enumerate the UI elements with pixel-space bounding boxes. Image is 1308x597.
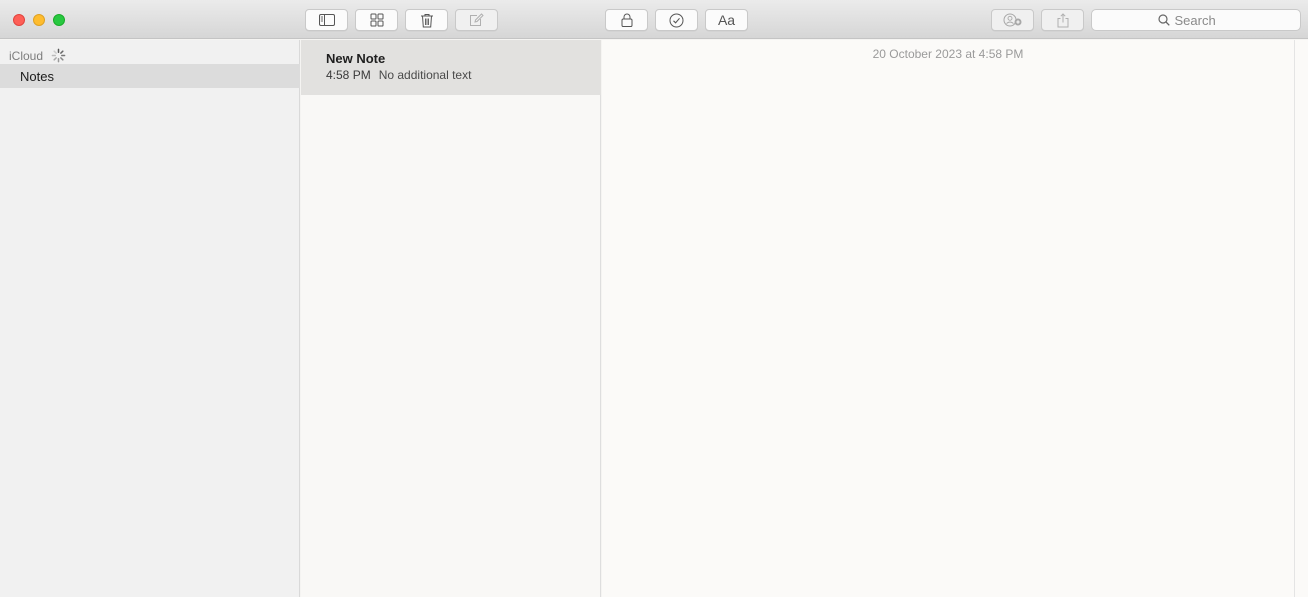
lock-note-button[interactable]	[605, 9, 648, 31]
account-label: iCloud	[9, 48, 44, 63]
search-field[interactable]	[1091, 9, 1301, 31]
compose-icon	[470, 13, 484, 26]
note-list-item[interactable]: New Note 4:58 PM No additional text	[301, 40, 601, 95]
folders-sidebar: iCloud Notes	[0, 40, 300, 597]
maximize-window-button[interactable]	[53, 14, 65, 26]
note-preview: No additional text	[378, 68, 472, 82]
note-list: New Note 4:58 PM No additional text	[301, 40, 601, 597]
note-time: 4:58 PM	[326, 68, 371, 82]
account-header: iCloud	[9, 48, 66, 63]
grid-icon	[370, 13, 383, 27]
gallery-view-button[interactable]	[355, 9, 398, 31]
search-icon	[1157, 14, 1170, 26]
share-icon	[1057, 12, 1068, 27]
folder-label: Notes	[20, 68, 54, 84]
note-subtitle: 4:58 PM No additional text	[326, 68, 471, 82]
delete-note-button[interactable]	[405, 9, 448, 31]
checklist-button[interactable]	[655, 9, 698, 31]
checkmark-circle-icon	[669, 13, 684, 27]
compose-note-button[interactable]	[455, 9, 498, 31]
add-people-icon	[1003, 13, 1021, 27]
share-button[interactable]	[1041, 9, 1084, 31]
close-window-button[interactable]	[13, 14, 25, 26]
lock-icon	[621, 13, 632, 27]
toggle-sidebar-button[interactable]	[305, 9, 348, 31]
sidebar-icon	[318, 14, 335, 26]
search-input[interactable]	[1174, 12, 1235, 28]
loading-spinner-icon	[51, 48, 66, 63]
minimize-window-button[interactable]	[33, 14, 45, 26]
notes-window: Aa Search iCloud Notes New Note 4:58 PM …	[0, 0, 1308, 597]
editor-scrollbar-track[interactable]	[1294, 40, 1308, 597]
sidebar-item-notes[interactable]: Notes	[0, 64, 300, 88]
format-label: Aa	[717, 12, 736, 28]
note-title: New Note	[326, 51, 386, 66]
note-editor[interactable]: 20 October 2023 at 4:58 PM	[602, 40, 1294, 597]
trash-icon	[420, 13, 433, 27]
toolbar: Aa	[0, 0, 1308, 39]
format-text-button[interactable]: Aa	[705, 9, 748, 31]
note-date-header: 20 October 2023 at 4:58 PM	[872, 47, 1024, 61]
add-people-button[interactable]	[991, 9, 1034, 31]
